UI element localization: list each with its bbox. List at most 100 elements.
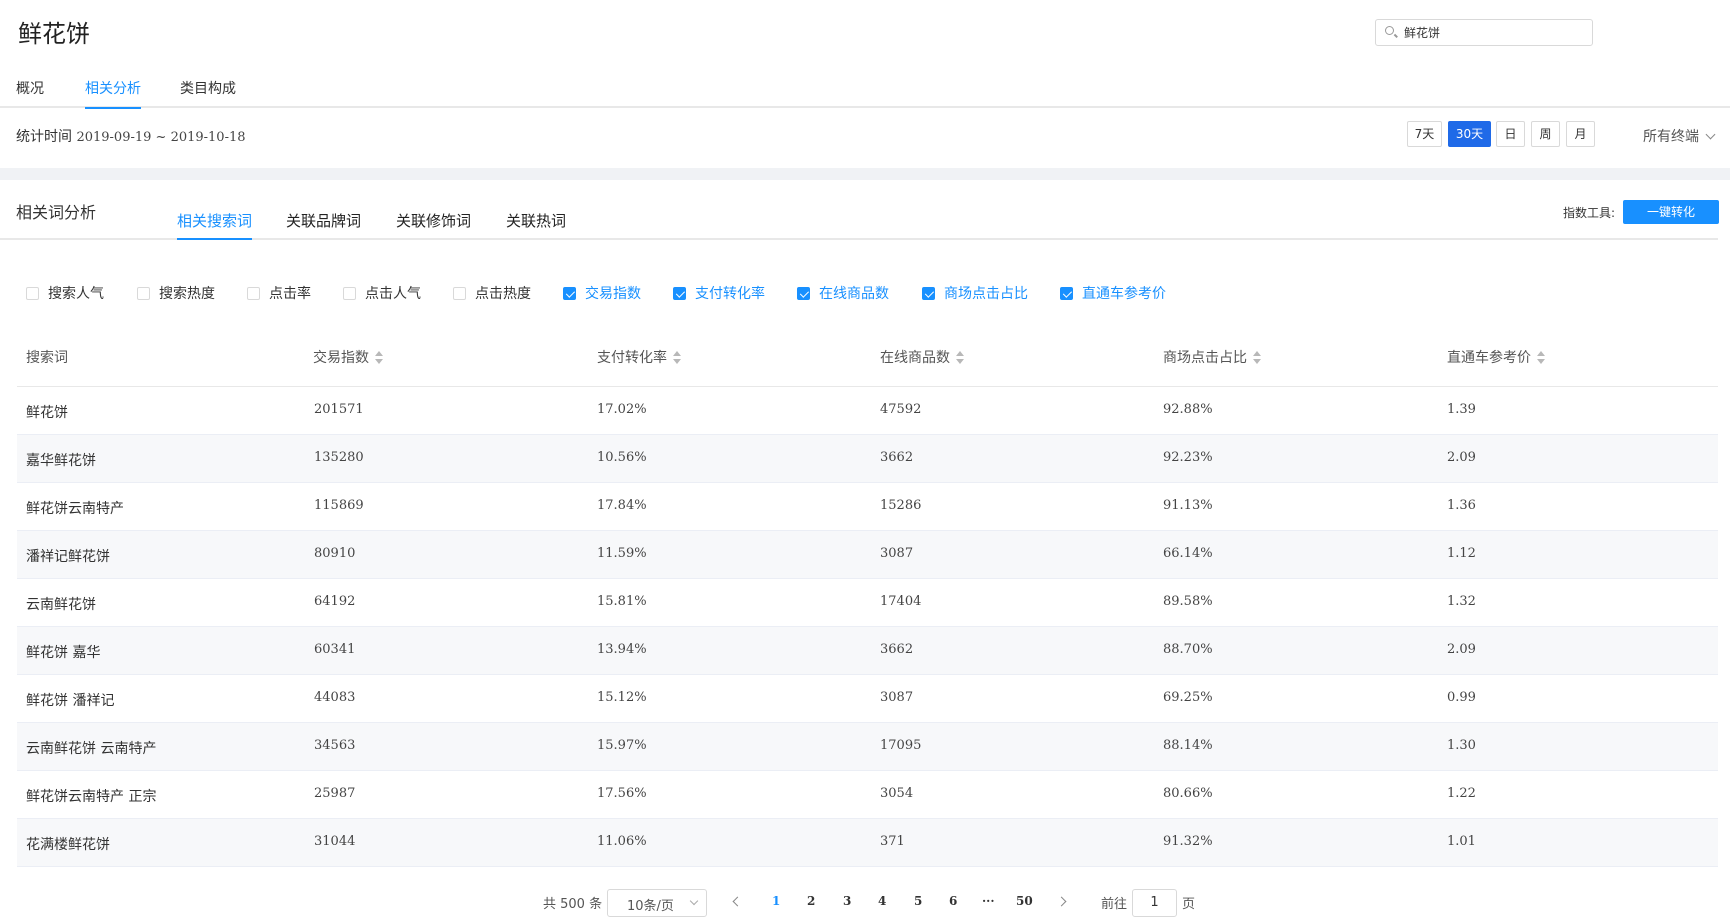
- checkbox-click-heat[interactable]: 点击热度: [453, 283, 531, 303]
- checkbox-ztc-price[interactable]: 直通车参考价: [1060, 283, 1166, 303]
- column-header[interactable]: 支付转化率: [597, 347, 681, 367]
- metric-cell: 15.12%: [597, 690, 647, 705]
- period-30d-button[interactable]: 30天: [1448, 121, 1491, 147]
- metric-cell: 10.56%: [597, 450, 647, 465]
- checkbox-search-heat[interactable]: 搜索热度: [137, 283, 215, 303]
- goto-page-input[interactable]: 1: [1132, 889, 1177, 917]
- metric-cell: 3087: [880, 690, 914, 705]
- checkbox-box[interactable]: [1060, 287, 1073, 300]
- metric-cell: 80910: [314, 546, 356, 561]
- next-page-icon[interactable]: [1056, 896, 1067, 907]
- metric-cell: 47592: [880, 402, 922, 417]
- page-5[interactable]: 5: [914, 894, 922, 908]
- period-month-button[interactable]: 月: [1566, 121, 1595, 147]
- checkbox-click-rate[interactable]: 点击率: [247, 283, 311, 303]
- tab-related-search-words[interactable]: 相关搜索词: [177, 210, 253, 240]
- column-header[interactable]: 商场点击占比: [1163, 347, 1261, 367]
- tab-hot-words[interactable]: 关联热词: [506, 210, 566, 231]
- column-header-label: 在线商品数: [880, 350, 950, 366]
- metric-cell: 17.84%: [597, 498, 647, 513]
- column-header: 搜索词: [26, 350, 68, 366]
- top-panel: 鲜花饼 鲜花饼 概况 相关分析 类目构成 统计时间 2019-09-19 ~ 2…: [0, 0, 1730, 168]
- search-word-cell: 云南鲜花饼: [26, 597, 96, 613]
- metric-cell: 1.39: [1447, 402, 1476, 417]
- convert-button[interactable]: 一键转化: [1623, 200, 1719, 224]
- search-word-cell: 花满楼鲜花饼: [26, 837, 110, 853]
- checkbox-box[interactable]: [343, 287, 356, 300]
- period-7d-button[interactable]: 7天: [1407, 121, 1442, 147]
- table-row: 花满楼鲜花饼 31044 11.06% 371 91.32% 1.01: [17, 819, 1718, 867]
- checkbox-click-popularity[interactable]: 点击人气: [343, 283, 421, 303]
- prev-page-icon[interactable]: [732, 896, 743, 907]
- page-1[interactable]: 1: [772, 894, 780, 908]
- metric-cell: 91.13%: [1163, 498, 1213, 513]
- word-tabs: 相关搜索词 关联品牌词 关联修饰词 关联热词: [0, 205, 1718, 240]
- metric-cell: 1.36: [1447, 498, 1476, 513]
- metric-cell: 69.25%: [1163, 690, 1213, 705]
- table-row: 鲜花饼 201571 17.02% 47592 92.88% 1.39: [17, 387, 1718, 435]
- checkbox-label: 直通车参考价: [1082, 286, 1166, 302]
- column-header[interactable]: 直通车参考价: [1447, 347, 1545, 367]
- page-2[interactable]: 2: [807, 894, 815, 908]
- tab-related-analysis[interactable]: 相关分析: [85, 78, 141, 109]
- metric-cell: 11.06%: [597, 834, 647, 849]
- page-50[interactable]: 50: [1016, 894, 1033, 908]
- checkbox-label: 交易指数: [585, 286, 641, 302]
- checkbox-search-popularity[interactable]: 搜索人气: [26, 283, 104, 303]
- checkbox-box[interactable]: [922, 287, 935, 300]
- metric-cell: 25987: [314, 786, 356, 801]
- page-ellipsis[interactable]: ···: [982, 894, 995, 908]
- sort-icon[interactable]: [375, 351, 383, 365]
- tab-category-composition[interactable]: 类目构成: [180, 78, 236, 98]
- metric-cell: 17095: [880, 738, 922, 753]
- sort-icon[interactable]: [1537, 351, 1545, 365]
- tab-brand-words[interactable]: 关联品牌词: [286, 210, 361, 231]
- metric-cell: 80.66%: [1163, 786, 1213, 801]
- checkbox-box[interactable]: [563, 287, 576, 300]
- checkbox-payment-conversion[interactable]: 支付转化率: [673, 283, 765, 303]
- column-header[interactable]: 在线商品数: [880, 347, 964, 367]
- metric-cell: 92.88%: [1163, 402, 1213, 417]
- checkbox-box[interactable]: [247, 287, 260, 300]
- checkbox-label: 商场点击占比: [944, 286, 1028, 302]
- checkbox-label: 支付转化率: [695, 286, 765, 302]
- checkbox-label: 点击率: [269, 286, 311, 302]
- checkbox-box[interactable]: [137, 287, 150, 300]
- checkbox-trade-index[interactable]: 交易指数: [563, 283, 641, 303]
- page-6[interactable]: 6: [949, 894, 957, 908]
- chevron-down-icon: [1705, 129, 1716, 140]
- metric-cell: 88.70%: [1163, 642, 1213, 657]
- sort-icon[interactable]: [673, 351, 681, 365]
- checkbox-online-products[interactable]: 在线商品数: [797, 283, 889, 303]
- period-day-button[interactable]: 日: [1496, 121, 1525, 147]
- column-header-label: 直通车参考价: [1447, 350, 1531, 366]
- sort-icon[interactable]: [956, 351, 964, 365]
- metric-cell: 15.81%: [597, 594, 647, 609]
- checkbox-label: 点击热度: [475, 286, 531, 302]
- metric-cell: 13.94%: [597, 642, 647, 657]
- sort-icon[interactable]: [1253, 351, 1261, 365]
- checkbox-box[interactable]: [26, 287, 39, 300]
- page-4[interactable]: 4: [878, 894, 886, 908]
- tab-modifier-words[interactable]: 关联修饰词: [396, 210, 471, 231]
- checkbox-box[interactable]: [797, 287, 810, 300]
- checkbox-box[interactable]: [453, 287, 466, 300]
- page-3[interactable]: 3: [843, 894, 851, 908]
- checkbox-label: 在线商品数: [819, 286, 889, 302]
- terminal-select[interactable]: 所有终端: [1643, 126, 1716, 146]
- search-input[interactable]: 鲜花饼: [1375, 19, 1593, 46]
- period-week-button[interactable]: 周: [1531, 121, 1560, 147]
- search-word-cell: 鲜花饼 潘祥记: [26, 693, 115, 709]
- metric-cell: 2.09: [1447, 450, 1476, 465]
- tab-overview[interactable]: 概况: [16, 78, 44, 98]
- column-header-label: 交易指数: [313, 350, 369, 366]
- page-size-value: 10条/页: [627, 899, 674, 914]
- checkbox-label: 搜索人气: [48, 286, 104, 302]
- metric-cell: 0.99: [1447, 690, 1476, 705]
- checkbox-box[interactable]: [673, 287, 686, 300]
- checkbox-mall-click-ratio[interactable]: 商场点击占比: [922, 283, 1028, 303]
- column-header[interactable]: 交易指数: [313, 347, 383, 367]
- metric-cell: 31044: [314, 834, 356, 849]
- metric-cell: 201571: [314, 402, 364, 417]
- page-size-select[interactable]: 10条/页: [607, 889, 707, 917]
